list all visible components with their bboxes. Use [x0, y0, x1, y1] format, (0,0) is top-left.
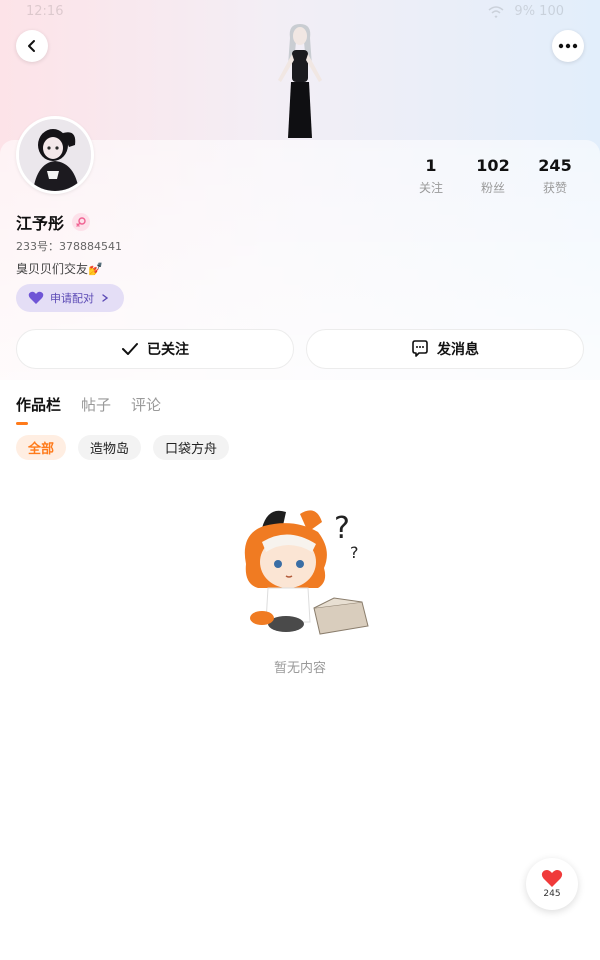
gender-badge: [72, 213, 91, 231]
send-message-label: 发消息: [437, 342, 479, 358]
stat-likes[interactable]: 245 获赞: [524, 156, 586, 196]
svg-text:?: ?: [334, 511, 350, 546]
avatar-3d-figure: [278, 24, 322, 138]
message-icon: [412, 340, 428, 357]
heart-icon: [28, 291, 44, 304]
avatar[interactable]: [16, 116, 94, 194]
username: 江予彤: [16, 214, 65, 233]
followed-label: 已关注: [147, 342, 189, 358]
content-section: 作品栏 帖子 评论 全部 造物岛 口袋方舟 ? ? 暂无内容: [0, 380, 600, 960]
tab-posts[interactable]: 帖子: [81, 394, 111, 415]
tab-active-indicator: [16, 422, 28, 425]
chip-all[interactable]: 全部: [16, 435, 67, 460]
stat-following[interactable]: 1 关注: [400, 156, 462, 196]
stat-followers[interactable]: 102 粉丝: [462, 156, 524, 196]
more-icon: [558, 43, 578, 49]
check-icon: [122, 343, 138, 355]
user-id: 233号：378884541: [16, 240, 122, 253]
svg-text:?: ?: [350, 543, 359, 562]
like-count: 245: [543, 889, 561, 899]
apply-pair-button[interactable]: 申请配对: [16, 284, 124, 312]
stat-followers-value: 102: [476, 156, 510, 175]
content-tabs: 作品栏 帖子 评论: [16, 394, 161, 415]
back-icon: [28, 40, 35, 52]
profile-stats: 1 关注 102 粉丝 245 获赞: [400, 156, 586, 196]
stat-followers-label: 粉丝: [480, 181, 505, 195]
back-button[interactable]: [16, 30, 48, 62]
chip-pocket-ark[interactable]: 口袋方舟: [153, 435, 230, 460]
chevron-right-icon: [102, 294, 109, 302]
wifi-icon: [488, 5, 504, 18]
avatar-image: [19, 119, 91, 191]
tab-comments[interactable]: 评论: [131, 394, 161, 415]
apply-pair-label: 申请配对: [50, 292, 94, 305]
empty-state-illustration: ? ?: [244, 510, 369, 635]
empty-state-text: 暂无内容: [273, 661, 326, 676]
female-icon: [76, 217, 86, 227]
tab-works[interactable]: 作品栏: [16, 394, 61, 415]
heart-icon: [541, 870, 563, 887]
status-time: 12:16: [26, 4, 64, 19]
send-message-button[interactable]: 发消息: [306, 329, 584, 369]
stat-following-value: 1: [425, 156, 437, 175]
stat-following-label: 关注: [418, 181, 443, 195]
like-button[interactable]: 245: [526, 858, 578, 910]
stat-likes-value: 245: [538, 156, 572, 175]
followed-button[interactable]: 已关注: [16, 329, 294, 369]
bio: 臭贝贝们交友💅: [16, 262, 103, 276]
username-row: 江予彤: [16, 210, 91, 234]
chip-creation-island[interactable]: 造物岛: [78, 435, 142, 460]
battery-text: 9% 100: [514, 4, 564, 19]
filter-chips: 全部 造物岛 口袋方舟: [16, 435, 230, 460]
status-icons: 9% 100: [488, 4, 564, 19]
status-bar: 12:16 9% 100: [0, 0, 600, 24]
more-button[interactable]: [552, 30, 584, 62]
stat-likes-label: 获赞: [542, 181, 567, 195]
